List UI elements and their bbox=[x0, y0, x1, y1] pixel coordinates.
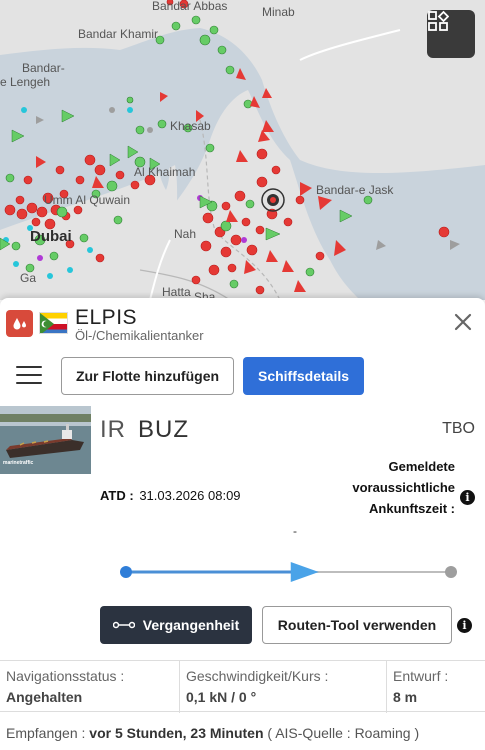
destination-port: TBO bbox=[442, 420, 475, 437]
eta-label: Gemeldete voraussichtliche Ankunftszeit … bbox=[352, 459, 455, 516]
panel-toolbar: Zur Flotte hinzufügen Schiffsdetails bbox=[0, 356, 485, 396]
map-label-ga: Ga bbox=[20, 271, 37, 285]
road bbox=[299, 29, 401, 61]
vessel-type: Öl-/Chemikalientanker bbox=[75, 328, 204, 343]
received-row: Empfangen : vor 5 Stunden, 23 Minuten ( … bbox=[6, 725, 419, 741]
nav-status-label: Navigationsstatus : bbox=[6, 668, 125, 684]
vessel-details-button[interactable]: Schiffsdetails bbox=[243, 357, 364, 395]
map-layers-button[interactable] bbox=[427, 10, 475, 58]
close-icon bbox=[454, 313, 472, 331]
map-label-dubai: Dubai bbox=[30, 228, 72, 245]
received-label: Empfangen : bbox=[6, 725, 86, 741]
map-label-bandar-abbas: Bandar Abbas bbox=[152, 0, 228, 13]
map-label-e-lengeh: e Lengeh bbox=[0, 75, 51, 89]
atd-row: ATD : 31.03.2026 08:09 bbox=[100, 488, 241, 503]
map-view[interactable]: Bandar Abbas Minab Bandar Khamir Bandar-… bbox=[0, 0, 485, 300]
map-label-bandar-e: Bandar- bbox=[22, 61, 65, 75]
departure-port: IR BUZ bbox=[100, 416, 189, 444]
info-icon[interactable]: i bbox=[457, 618, 472, 633]
voyage-actions: Vergangenheit Routen-Tool verwenden i bbox=[0, 606, 485, 646]
comoros-flag bbox=[39, 312, 68, 334]
close-button[interactable] bbox=[451, 310, 475, 334]
tanker-drop-icon bbox=[6, 310, 33, 337]
atd-value: 31.03.2026 08:09 bbox=[139, 488, 241, 503]
menu-icon[interactable] bbox=[16, 366, 42, 386]
eta-value: - bbox=[293, 524, 297, 538]
vessel-name: ELPIS bbox=[75, 306, 138, 329]
map-label-bandar-khamir: Bandar Khamir bbox=[78, 27, 159, 41]
map-label-bandar-e-jask: Bandar-e Jask bbox=[316, 183, 394, 197]
nav-status-cell: Navigationsstatus : Angehalten bbox=[0, 661, 179, 713]
departure-port-code: BUZ bbox=[138, 416, 189, 443]
map-label-hatta: Hatta bbox=[162, 285, 191, 299]
received-source: ( AIS-Quelle : Roaming ) bbox=[267, 725, 420, 741]
status-row: Navigationsstatus : Angehalten Geschwind… bbox=[0, 660, 485, 713]
photo-caption: marinetraffic bbox=[3, 460, 34, 466]
voyage-section: marinetraffic IR BUZ TBO Gemeldete voraus… bbox=[0, 406, 485, 606]
vessel-header: ELPIS Öl-/Chemikalientanker bbox=[0, 298, 485, 348]
layers-icon bbox=[428, 10, 449, 31]
track-end-dot bbox=[445, 566, 457, 578]
track-position-arrow bbox=[290, 562, 319, 582]
past-track-label: Vergangenheit bbox=[142, 617, 240, 633]
draft-value: 8 m bbox=[393, 689, 418, 705]
voyage-progress-track bbox=[120, 562, 457, 582]
departure-country: IR bbox=[100, 416, 126, 443]
atd-label: ATD : bbox=[100, 488, 134, 503]
track-start-dot bbox=[120, 566, 132, 578]
speed-course-label: Geschwindigkeit/Kurs : bbox=[186, 668, 329, 684]
draft-cell: Entwurf : 8 m bbox=[386, 661, 485, 713]
map-label-minab: Minab bbox=[262, 5, 295, 19]
map-label-nah: Nah bbox=[174, 227, 197, 241]
map-label-al-khaimah: Al Khaimah bbox=[134, 165, 196, 179]
nav-status-value: Angehalten bbox=[6, 689, 83, 705]
route-tool-button[interactable]: Routen-Tool verwenden bbox=[262, 606, 452, 644]
map-label-khasab: Khasab bbox=[170, 119, 211, 133]
past-track-button[interactable]: Vergangenheit bbox=[100, 606, 252, 644]
speed-course-cell: Geschwindigkeit/Kurs : 0,1 kN / 0 ° bbox=[179, 661, 386, 713]
add-to-fleet-button[interactable]: Zur Flotte hinzufügen bbox=[61, 357, 234, 395]
info-icon[interactable]: i bbox=[460, 490, 475, 505]
map-label-umm-al-quwain: Umm Al Quwain bbox=[44, 193, 131, 207]
draft-label: Entwurf : bbox=[393, 668, 449, 684]
received-time: vor 5 Stunden, 23 Minuten bbox=[89, 725, 264, 741]
route-dots-icon bbox=[112, 621, 135, 629]
map-canvas bbox=[0, 0, 485, 300]
speed-course-value: 0,1 kN / 0 ° bbox=[186, 689, 257, 705]
